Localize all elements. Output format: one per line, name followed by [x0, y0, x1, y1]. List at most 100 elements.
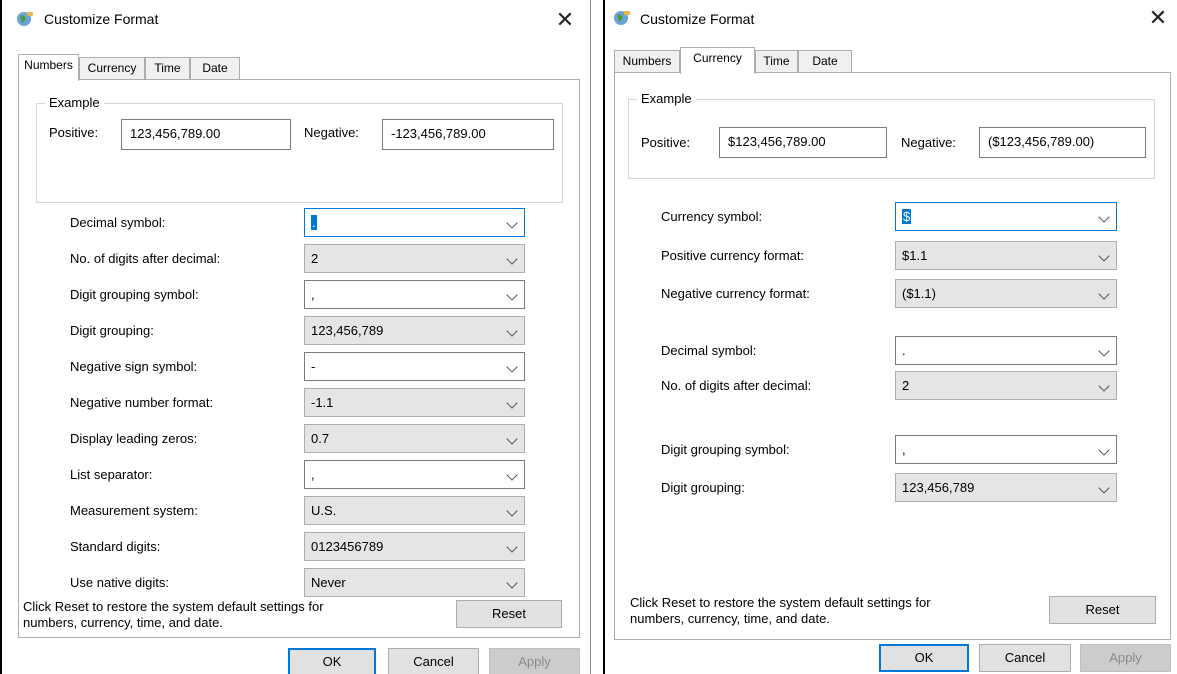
- digits-after-decimal-combo[interactable]: 2: [304, 244, 525, 273]
- ok-button[interactable]: OK: [288, 648, 376, 674]
- decimal-symbol-combo[interactable]: .: [895, 336, 1117, 365]
- chevron-down-icon: [506, 433, 518, 445]
- close-icon: ✕: [1148, 5, 1168, 30]
- decimal-symbol-combo[interactable]: .: [304, 208, 525, 237]
- tab-numbers[interactable]: Numbers: [18, 54, 79, 81]
- combo-value: 0123456789: [311, 539, 384, 554]
- row-label: Measurement system:: [70, 503, 198, 518]
- row-label: No. of digits after decimal:: [661, 378, 812, 393]
- region-settings-icon: [614, 11, 630, 25]
- digit-grouping-symbol-combo[interactable]: ,: [895, 435, 1117, 464]
- row-label: List separator:: [70, 467, 153, 482]
- chevron-down-icon: [1098, 380, 1110, 392]
- example-legend: Example: [637, 91, 696, 106]
- chevron-down-icon: [506, 541, 518, 553]
- close-icon: ✕: [555, 7, 575, 32]
- positive-example-field: $123,456,789.00: [719, 127, 887, 158]
- row-label: No. of digits after decimal:: [70, 251, 221, 266]
- chevron-down-icon: [1098, 211, 1110, 223]
- tab-numbers[interactable]: Numbers: [614, 50, 680, 73]
- title-bar: Customize Format ✕: [2, 0, 590, 40]
- customize-format-dialog-numbers: Customize Format ✕ Numbers Currency Time…: [0, 0, 591, 674]
- close-button[interactable]: ✕: [1143, 4, 1173, 32]
- list-separator-combo[interactable]: ,: [304, 460, 525, 489]
- currency-symbol-combo[interactable]: $: [895, 202, 1117, 231]
- window-title: Customize Format: [44, 11, 159, 27]
- digit-grouping-combo[interactable]: 123,456,789: [895, 473, 1117, 502]
- example-group: Example Positive: 123,456,789.00 Negativ…: [36, 95, 563, 203]
- combo-value: ,: [311, 467, 315, 482]
- combo-value: 123,456,789: [902, 480, 975, 495]
- measurement-system-combo[interactable]: U.S.: [304, 496, 525, 525]
- cancel-button[interactable]: Cancel: [979, 644, 1071, 672]
- row-label: Positive currency format:: [661, 248, 805, 263]
- reset-hint: Click Reset to restore the system defaul…: [630, 595, 931, 627]
- row-label: Standard digits:: [70, 539, 161, 554]
- row-label: Negative number format:: [70, 395, 214, 410]
- chevron-down-icon: [1098, 250, 1110, 262]
- tab-currency[interactable]: Currency: [680, 47, 755, 74]
- row-label: Currency symbol:: [661, 209, 763, 224]
- row-label: Digit grouping symbol:: [661, 442, 790, 457]
- tab-date[interactable]: Date: [798, 50, 852, 73]
- tab-currency[interactable]: Currency: [79, 57, 145, 80]
- combo-value: Never: [311, 575, 346, 590]
- tab-time[interactable]: Time: [755, 50, 798, 73]
- positive-label: Positive:: [49, 125, 99, 140]
- chevron-down-icon: [1098, 345, 1110, 357]
- combo-value: 123,456,789: [311, 323, 384, 338]
- negative-sign-symbol-combo[interactable]: -: [304, 352, 525, 381]
- reset-hint: Click Reset to restore the system defaul…: [23, 599, 324, 631]
- chevron-down-icon: [506, 217, 518, 229]
- reset-hint-line: Click Reset to restore the system defaul…: [630, 595, 931, 610]
- row-label: Negative sign symbol:: [70, 359, 198, 374]
- combo-value: ,: [311, 287, 315, 302]
- digit-grouping-symbol-combo[interactable]: ,: [304, 280, 525, 309]
- chevron-down-icon: [506, 469, 518, 481]
- row-label: Decimal symbol:: [70, 215, 166, 230]
- digit-grouping-combo[interactable]: 123,456,789: [304, 316, 525, 345]
- combo-value: .: [311, 215, 317, 230]
- combo-value: U.S.: [311, 503, 337, 518]
- negative-example-field: -123,456,789.00: [382, 119, 554, 150]
- negative-label: Negative:: [304, 125, 359, 140]
- reset-button[interactable]: Reset: [456, 600, 562, 628]
- row-label: Use native digits:: [70, 575, 169, 590]
- chevron-down-icon: [506, 361, 518, 373]
- tab-strip: Numbers Currency Time Date: [18, 54, 580, 81]
- numbers-tab-panel: Example Positive: 123,456,789.00 Negativ…: [18, 79, 580, 638]
- negative-number-format-combo[interactable]: -1.1: [304, 388, 525, 417]
- apply-button[interactable]: Apply: [489, 648, 580, 674]
- reset-button[interactable]: Reset: [1049, 596, 1156, 624]
- combo-value: 2: [902, 378, 910, 393]
- positive-label: Positive:: [641, 135, 691, 150]
- negative-example-field: ($123,456,789.00): [979, 127, 1146, 158]
- example-legend: Example: [45, 95, 104, 110]
- region-settings-icon: [17, 12, 33, 26]
- chevron-down-icon: [506, 505, 518, 517]
- combo-value: .: [902, 343, 906, 358]
- reset-hint-line: numbers, currency, time, and date.: [630, 611, 830, 626]
- combo-value: $1.1: [902, 248, 928, 263]
- window-title: Customize Format: [640, 11, 755, 27]
- chevron-down-icon: [1098, 288, 1110, 300]
- row-label: Negative currency format:: [661, 286, 810, 301]
- apply-button[interactable]: Apply: [1080, 644, 1171, 672]
- use-native-digits-combo[interactable]: Never: [304, 568, 525, 597]
- cancel-button[interactable]: Cancel: [388, 648, 479, 674]
- combo-value: -1.1: [311, 395, 334, 410]
- display-leading-zeros-combo[interactable]: 0.7: [304, 424, 525, 453]
- close-button[interactable]: ✕: [550, 6, 580, 34]
- digits-after-decimal-combo[interactable]: 2: [895, 371, 1117, 400]
- title-bar: Customize Format ✕: [605, 0, 1177, 36]
- ok-button[interactable]: OK: [879, 644, 969, 672]
- positive-currency-format-combo[interactable]: $1.1: [895, 241, 1117, 270]
- tab-date[interactable]: Date: [190, 57, 240, 80]
- currency-tab-panel: Example Positive: $123,456,789.00 Negati…: [614, 72, 1171, 640]
- combo-value: 2: [311, 251, 319, 266]
- negative-currency-format-combo[interactable]: ($1.1): [895, 279, 1117, 308]
- standard-digits-combo[interactable]: 0123456789: [304, 532, 525, 561]
- tab-strip: Numbers Currency Time Date: [614, 47, 1167, 74]
- tab-time[interactable]: Time: [145, 57, 190, 80]
- chevron-down-icon: [506, 253, 518, 265]
